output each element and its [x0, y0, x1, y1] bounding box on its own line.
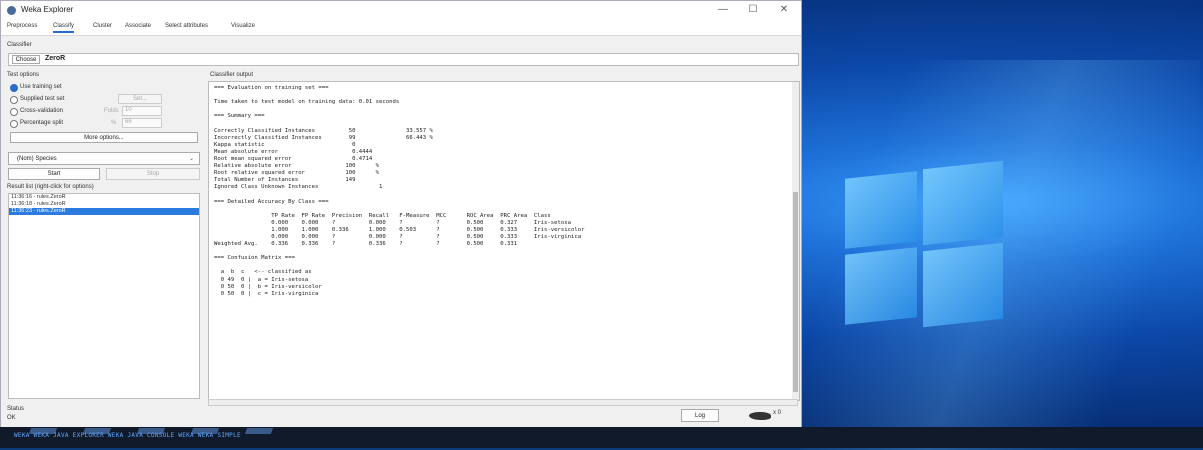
- set-button[interactable]: Set...: [118, 94, 162, 104]
- supplied-test-radio[interactable]: [10, 96, 18, 104]
- stop-button[interactable]: Stop: [106, 168, 200, 180]
- taskbar-app-icon[interactable]: [244, 428, 274, 434]
- tab-associate[interactable]: Associate: [125, 23, 151, 29]
- test-options-label: Test options: [7, 72, 40, 78]
- more-options-button[interactable]: More options...: [10, 132, 198, 143]
- tab-preprocess[interactable]: Preprocess: [7, 23, 37, 29]
- use-training-label: Use training set: [20, 84, 62, 90]
- status-label: Status: [7, 406, 25, 412]
- classifier-output-label: Classifier output: [210, 72, 254, 78]
- close-button[interactable]: ✕: [774, 4, 794, 15]
- classifier-output-panel[interactable]: === Evaluation on training set === Time …: [208, 81, 800, 401]
- result-list-item[interactable]: 11:36:16 - rules.ZeroR: [9, 194, 199, 201]
- log-button[interactable]: Log: [681, 409, 719, 422]
- status-value: OK: [7, 415, 16, 421]
- classifier-box: Choose ZeroR: [8, 53, 799, 66]
- classifier-section-label: Classifier: [7, 42, 32, 48]
- result-list-item-selected[interactable]: 11:36:23 - rules.ZeroR: [9, 208, 199, 215]
- weka-bird-icon: [7, 6, 16, 15]
- taskbar-icons: [28, 421, 300, 434]
- minimize-button[interactable]: —: [713, 4, 733, 15]
- classifier-output-text: === Evaluation on training set === Time …: [214, 85, 585, 297]
- taskbar: WEKA WEKA JAVA EXPLORER WEKA JAVA CONSOL…: [0, 427, 1203, 448]
- taskbar-text[interactable]: WEKA WEKA JAVA EXPLORER WEKA JAVA CONSOL…: [14, 432, 241, 439]
- supplied-test-label: Supplied test set: [20, 96, 65, 102]
- percentage-split-label: Percentage split: [20, 120, 64, 126]
- weka-explorer-window: Weka Explorer — ☐ ✕ Preprocess Classify …: [0, 0, 802, 428]
- result-list: 11:36:16 - rules.ZeroR 11:36:18 - rules.…: [8, 193, 200, 399]
- horizontal-scrollbar[interactable]: [208, 399, 798, 406]
- vertical-scrollbar[interactable]: [792, 82, 799, 400]
- result-list-label: Result list (right-click for options): [7, 184, 94, 190]
- start-button[interactable]: Start: [8, 168, 100, 180]
- tab-classify[interactable]: Classify: [53, 23, 75, 33]
- tab-select-attributes[interactable]: Select attributes: [165, 23, 208, 29]
- windows-logo-icon: [845, 155, 1005, 335]
- window-title: Weka Explorer: [21, 5, 74, 14]
- cross-validation-label: Cross-validation: [20, 108, 64, 114]
- task-count: x 0: [773, 410, 782, 416]
- class-attribute-value: (Nom) Species: [17, 156, 57, 162]
- maximize-button[interactable]: ☐: [743, 4, 763, 15]
- percent-symbol: %: [111, 120, 117, 126]
- choose-button[interactable]: Choose: [12, 55, 40, 64]
- tab-cluster[interactable]: Cluster: [93, 23, 112, 29]
- class-attribute-select[interactable]: (Nom) Species ⌄: [8, 152, 200, 165]
- cross-validation-radio[interactable]: [10, 108, 18, 116]
- use-training-radio[interactable]: [10, 84, 18, 92]
- folds-field[interactable]: 10: [122, 106, 162, 116]
- percentage-field[interactable]: 66: [122, 118, 162, 128]
- percentage-split-radio[interactable]: [10, 120, 18, 128]
- chevron-down-icon: ⌄: [188, 156, 194, 162]
- classifier-name[interactable]: ZeroR: [45, 55, 65, 62]
- folds-label: Folds: [104, 108, 119, 114]
- tab-visualize[interactable]: Visualize: [231, 23, 255, 29]
- scrollbar-thumb[interactable]: [793, 192, 798, 392]
- tab-bar: Preprocess Classify Cluster Associate Se…: [1, 21, 801, 36]
- weka-bird-status-icon: [749, 412, 771, 420]
- title-bar: Weka Explorer — ☐ ✕: [1, 1, 801, 21]
- result-list-item[interactable]: 11:36:18 - rules.ZeroR: [9, 201, 199, 208]
